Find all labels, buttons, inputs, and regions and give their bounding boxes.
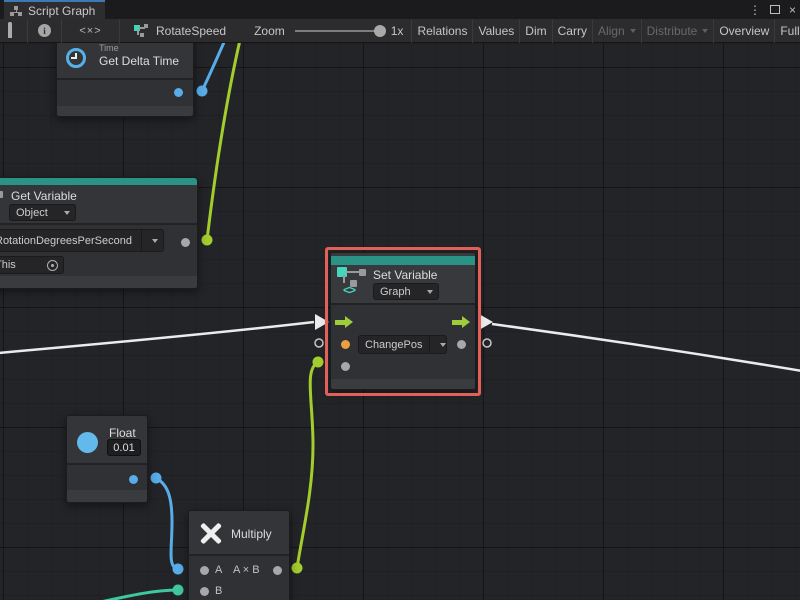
- maximize-icon[interactable]: [770, 5, 780, 14]
- node-get-variable[interactable]: <> Get Variable Object RotationDegreesPe…: [0, 177, 198, 289]
- float-value-input[interactable]: 0.01: [107, 439, 141, 456]
- cable-end-dot: [197, 86, 208, 97]
- values-button[interactable]: Values: [473, 19, 519, 43]
- float-type-icon: [77, 432, 98, 453]
- full-screen-button[interactable]: Full Screen: [775, 19, 800, 43]
- node-title: Get Variable: [11, 189, 77, 203]
- delta-time-output-port[interactable]: [174, 88, 183, 97]
- tab-script-graph[interactable]: Script Graph: [4, 0, 105, 19]
- tab-bar: Script Graph ⋮ ×: [0, 0, 800, 19]
- tab-title: Script Graph: [28, 4, 95, 18]
- zoom-label: Zoom: [254, 24, 285, 38]
- cable-blue-float-to-multiply: [156, 478, 176, 569]
- cable-end-dot: [313, 357, 324, 368]
- variable-name-dropdown[interactable]: ChangePos: [358, 335, 447, 354]
- zoom-slider[interactable]: [295, 30, 383, 32]
- float-output-port[interactable]: [129, 475, 138, 484]
- cable-teal-to-multiply-b: [82, 590, 178, 600]
- node-set-variable[interactable]: <> Set Variable Graph ChangePos: [330, 252, 476, 390]
- node-multiply[interactable]: Multiply A A × B B: [188, 510, 290, 600]
- port-label-result: A × B: [233, 564, 260, 576]
- cable-blue-delta-time: [202, 40, 225, 91]
- object-picker-icon[interactable]: [47, 260, 58, 271]
- distribute-button[interactable]: Distribute: [642, 19, 714, 43]
- cable-lime-multiply-to-set: [297, 362, 318, 568]
- set-variable-output-port[interactable]: [457, 340, 466, 349]
- node-kind-label: Time: [99, 43, 119, 53]
- relations-button[interactable]: Relations: [412, 19, 472, 43]
- zoom-slider-handle[interactable]: [374, 25, 386, 37]
- cable-white-flow-in: [0, 322, 314, 353]
- time-clock-icon: [66, 48, 86, 68]
- multiply-x-icon: [197, 519, 225, 547]
- variable-teal-strip: [331, 256, 475, 265]
- breadcrumb-label: RotateSpeed: [156, 24, 226, 38]
- multiply-input-b-port[interactable]: [200, 587, 209, 596]
- flow-arrowhead-out: [479, 314, 493, 330]
- info-button[interactable]: i: [28, 19, 61, 43]
- hidden-port-ring: [315, 339, 323, 347]
- code-view-button[interactable]: <×>: [62, 19, 119, 43]
- chevron-down-icon: [417, 284, 438, 299]
- cable-end-dot: [151, 473, 162, 484]
- overview-button[interactable]: Overview: [714, 19, 774, 43]
- graph-icon: [10, 6, 22, 16]
- multiply-input-a-port[interactable]: [200, 566, 209, 575]
- variable-name-dropdown[interactable]: RotationDegreesPerSecond: [0, 229, 164, 252]
- variable-target-field[interactable]: This: [0, 256, 64, 274]
- more-menu-icon[interactable]: ⋮: [749, 4, 761, 16]
- hidden-port-ring: [483, 339, 491, 347]
- cable-white-flow-out: [492, 324, 800, 371]
- node-get-delta-time[interactable]: Time Get Delta Time: [56, 36, 194, 117]
- script-graph-window: Time Get Delta Time <> Get Variable Obje…: [0, 0, 800, 600]
- info-icon: i: [38, 24, 51, 37]
- flow-arrowhead-in: [315, 314, 329, 330]
- chevron-down-icon: [54, 205, 75, 220]
- variable-scope-dropdown[interactable]: Object: [9, 204, 76, 221]
- cable-end-dot: [173, 585, 184, 596]
- lock-icon: [8, 24, 19, 38]
- carry-button[interactable]: Carry: [553, 19, 592, 43]
- variable-graph-icon: <>: [0, 188, 8, 222]
- chevron-down-icon: [429, 336, 451, 353]
- variable-scope-dropdown[interactable]: Graph: [373, 283, 439, 300]
- close-icon[interactable]: ×: [789, 4, 796, 16]
- zoom-value: 1x: [391, 24, 404, 38]
- dim-button[interactable]: Dim: [520, 19, 551, 43]
- graph-toolbar: i <×> RotateSpeed Zoom 1x Relations Valu…: [0, 19, 800, 43]
- graph-breadcrumb-icon: [134, 24, 149, 37]
- cable-end-dot: [292, 563, 303, 574]
- get-variable-output-port[interactable]: [181, 238, 190, 247]
- align-button[interactable]: Align: [593, 19, 641, 43]
- chevron-down-icon: [630, 29, 636, 33]
- chevron-down-icon: [141, 230, 163, 251]
- node-title: Set Variable: [373, 268, 437, 282]
- variable-graph-icon: <>: [335, 266, 371, 300]
- variable-name-input-port[interactable]: [341, 340, 350, 349]
- variable-teal-strip: [0, 178, 197, 185]
- port-label-b: B: [215, 585, 222, 597]
- node-title: Float: [109, 426, 136, 440]
- flow-input-port[interactable]: [335, 316, 353, 329]
- node-float[interactable]: Float 0.01: [66, 415, 148, 503]
- chevron-down-icon: [702, 29, 708, 33]
- cable-end-dot: [202, 235, 213, 246]
- breadcrumb[interactable]: RotateSpeed: [120, 19, 238, 43]
- cable-end-dot: [173, 564, 184, 575]
- port-label-a: A: [215, 564, 222, 576]
- lock-button[interactable]: [0, 19, 27, 43]
- node-title: Get Delta Time: [99, 54, 179, 68]
- code-view-icon: <×>: [79, 25, 101, 37]
- flow-output-port[interactable]: [452, 316, 470, 329]
- multiply-output-port[interactable]: [273, 566, 282, 575]
- node-title: Multiply: [231, 527, 272, 541]
- value-input-port[interactable]: [341, 362, 350, 371]
